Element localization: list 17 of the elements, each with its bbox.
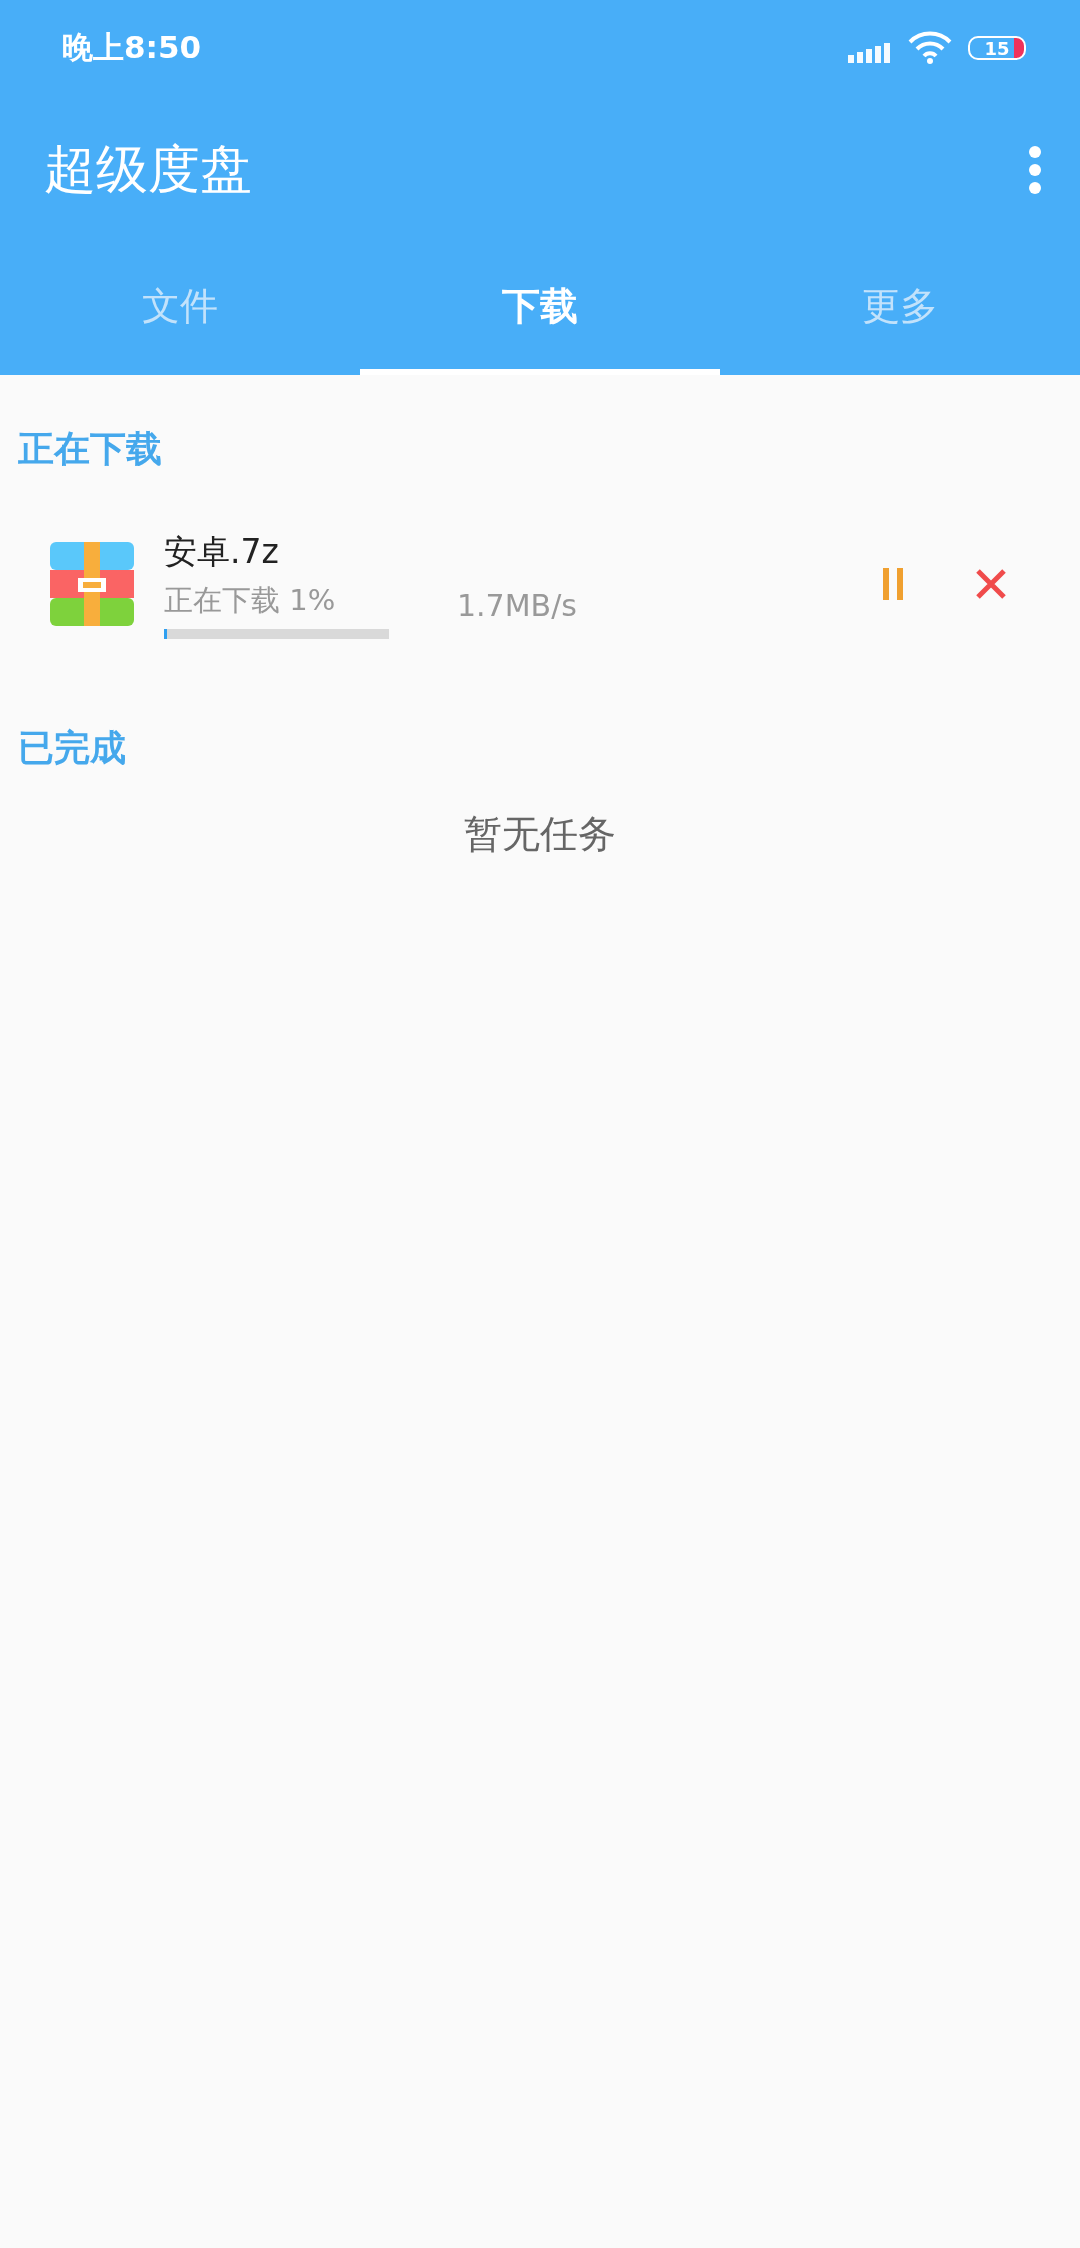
pause-button[interactable] [881,568,905,600]
app-title: 超级度盘 [44,138,252,201]
close-button[interactable] [975,568,1007,600]
file-name: 安卓.7z [164,530,280,573]
tab[interactable]: 更多 [720,244,1080,375]
empty-message: 暂无任务 [464,812,616,856]
section-heading: 已完成 [17,726,127,770]
tab[interactable]: 下载 [360,244,720,375]
section-heading: 正在下载 [17,427,163,471]
wifi-icon [908,31,952,65]
more-vertical-icon [1028,145,1042,195]
tab[interactable]: 文件 [0,244,360,375]
battery-indicator: 15 [968,36,1026,60]
download-status: 正在下载 1% [164,581,337,619]
status-time: 晚上8:50 [62,28,202,67]
download-speed: 1.7MB/s [457,587,577,623]
archive-file-icon [50,542,134,626]
